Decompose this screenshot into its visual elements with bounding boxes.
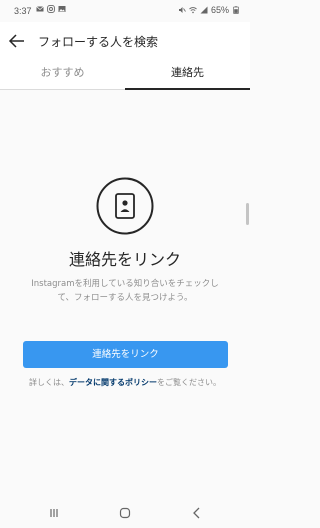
contact-book-icon: [96, 177, 154, 235]
description-text: Instagramを利用している知り合いをチェックして、フォローする人を見つけよ…: [31, 279, 219, 303]
app-header: フォローする人を検索: [0, 22, 250, 60]
home-icon[interactable]: [117, 505, 133, 521]
tab-suggestions[interactable]: おすすめ: [0, 60, 125, 90]
signal-icon: [200, 6, 208, 14]
status-time: 3:37: [14, 6, 32, 16]
policy-prefix: 詳しくは、: [29, 378, 69, 387]
active-tab-indicator: [125, 88, 250, 90]
main-heading: 連絡先をリンク: [68, 250, 181, 269]
image-icon: [58, 6, 66, 12]
status-right: 65%: [178, 5, 240, 15]
tab-contacts[interactable]: 連絡先: [125, 60, 250, 90]
back-icon[interactable]: [189, 505, 205, 521]
link-contacts-button[interactable]: 連絡先をリンク: [23, 341, 228, 368]
mute-icon: [178, 7, 186, 13]
main-content: 連絡先をリンク Instagramを利用している知り合いをチェックして、フォロー…: [0, 91, 250, 498]
instagram-icon: [47, 5, 55, 13]
mail-icon: [36, 6, 44, 12]
recents-icon[interactable]: [46, 505, 62, 521]
policy-suffix: をご覧ください。: [157, 378, 221, 387]
system-nav-bar: [0, 498, 250, 528]
back-arrow-icon[interactable]: [8, 32, 26, 50]
status-bar: 3:37 65%: [0, 0, 250, 22]
policy-text: 詳しくは、データに関するポリシーをご覧ください。: [0, 377, 250, 388]
battery-percent: 65%: [210, 5, 229, 15]
scrollbar[interactable]: [246, 203, 249, 225]
status-left-icons: [36, 5, 66, 13]
battery-icon: [233, 6, 239, 14]
wifi-icon: [189, 7, 197, 14]
data-policy-link[interactable]: データに関するポリシー: [69, 378, 157, 387]
tab-bar: おすすめ 連絡先: [0, 60, 250, 90]
page-title: フォローする人を検索: [38, 35, 159, 49]
